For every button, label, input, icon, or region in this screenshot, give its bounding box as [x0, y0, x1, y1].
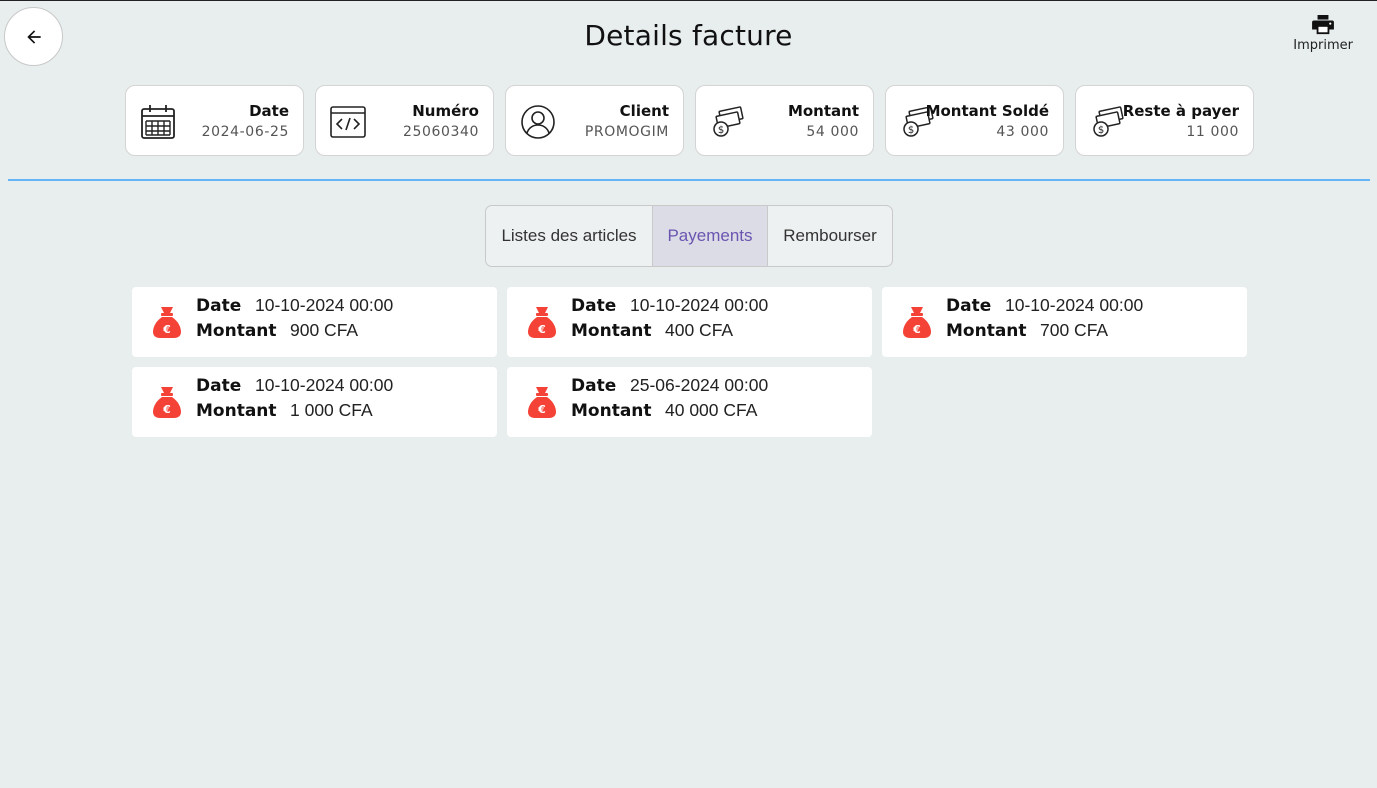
- payment-card[interactable]: € Date 25-06-2024 00:00 Montant 40 000 CFA: [507, 367, 872, 437]
- payment-date: 25-06-2024 00:00: [630, 375, 769, 395]
- print-label: Imprimer: [1293, 38, 1353, 53]
- payment-amount-label: Montant: [571, 321, 652, 341]
- tab-payments[interactable]: Payements: [653, 206, 768, 266]
- info-card-label: Numéro: [412, 102, 479, 120]
- svg-text:$: $: [718, 125, 724, 136]
- payment-date-label: Date: [571, 296, 617, 316]
- payment-date-label: Date: [196, 296, 242, 316]
- info-card-value: 2024-06-25: [201, 124, 289, 140]
- svg-text:€: €: [162, 323, 171, 336]
- payment-date: 10-10-2024 00:00: [255, 295, 394, 315]
- info-card-label: Reste à payer: [1122, 102, 1239, 120]
- payment-amount-label: Montant: [946, 321, 1027, 341]
- info-card-label: Client: [619, 102, 669, 120]
- payment-date-label: Date: [946, 296, 992, 316]
- payment-date: 10-10-2024 00:00: [630, 295, 769, 315]
- svg-text:€: €: [537, 323, 546, 336]
- svg-text:$: $: [908, 125, 914, 136]
- money-icon: $: [713, 106, 744, 137]
- payment-card[interactable]: € Date 10-10-2024 00:00 Montant 700 CFA: [882, 287, 1247, 357]
- info-card-label: Date: [249, 102, 289, 120]
- money-bag-icon: €: [153, 387, 181, 418]
- user-icon: [521, 105, 555, 139]
- info-card-remaining: $ Reste à payer 11 000: [1075, 85, 1254, 156]
- payment-card[interactable]: € Date 10-10-2024 00:00 Montant 400 CFA: [507, 287, 872, 357]
- info-card-amount-paid: $ Montant Soldé 43 000: [885, 85, 1064, 156]
- svg-text:€: €: [912, 323, 921, 336]
- svg-text:€: €: [162, 403, 171, 416]
- tab-bar: Listes des articles Payements Rembourser: [485, 205, 893, 267]
- info-card-number: Numéro 25060340: [315, 85, 494, 156]
- info-card-amount: $ Montant 54 000: [695, 85, 874, 156]
- svg-text:€: €: [537, 403, 546, 416]
- money-bag-icon: €: [903, 307, 931, 338]
- money-bag-icon: €: [528, 307, 556, 338]
- info-card-value: 25060340: [402, 124, 479, 140]
- payment-amount-label: Montant: [196, 401, 277, 421]
- payment-amount: 400 CFA: [665, 320, 734, 340]
- payment-amount: 40 000 CFA: [665, 400, 758, 420]
- info-card-value: PROMOGIM: [584, 124, 669, 140]
- page-title: Details facture: [584, 19, 793, 52]
- info-card-value: 43 000: [996, 124, 1049, 140]
- payment-amount: 900 CFA: [290, 320, 359, 340]
- info-card-client: Client PROMOGIM: [505, 85, 684, 156]
- payment-date-label: Date: [571, 376, 617, 396]
- invoice-summary: Date 2024-06-25 Numéro 25060340 Client P…: [125, 85, 1254, 156]
- payment-amount: 700 CFA: [1040, 320, 1109, 340]
- info-card-date: Date 2024-06-25: [125, 85, 304, 156]
- payment-card[interactable]: € Date 10-10-2024 00:00 Montant 900 CFA: [132, 287, 497, 357]
- printer-icon: [1312, 15, 1335, 35]
- tab-refund[interactable]: Rembourser: [768, 206, 892, 266]
- calendar-icon: [141, 105, 175, 139]
- payment-date: 10-10-2024 00:00: [255, 375, 394, 395]
- payment-date-label: Date: [196, 376, 242, 396]
- info-card-value: 54 000: [806, 124, 859, 140]
- code-icon: [330, 106, 366, 138]
- print-button[interactable]: Imprimer: [1293, 15, 1353, 53]
- payment-amount: 1 000 CFA: [290, 400, 373, 420]
- money-bag-icon: €: [528, 387, 556, 418]
- money-bag-icon: €: [153, 307, 181, 338]
- section-divider: [8, 179, 1370, 181]
- info-card-label: Montant Soldé: [925, 102, 1049, 120]
- money-icon: $: [1093, 106, 1124, 137]
- payment-amount-label: Montant: [571, 401, 652, 421]
- payment-date: 10-10-2024 00:00: [1005, 295, 1144, 315]
- info-card-value: 11 000: [1186, 124, 1239, 140]
- payment-amount-label: Montant: [196, 321, 277, 341]
- tab-articles[interactable]: Listes des articles: [486, 206, 653, 266]
- payment-card[interactable]: € Date 10-10-2024 00:00 Montant 1 000 CFA: [132, 367, 497, 437]
- info-card-label: Montant: [787, 102, 859, 120]
- payments-list: € Date 10-10-2024 00:00 Montant 900 CFA € …: [132, 287, 1247, 437]
- svg-text:$: $: [1098, 125, 1104, 136]
